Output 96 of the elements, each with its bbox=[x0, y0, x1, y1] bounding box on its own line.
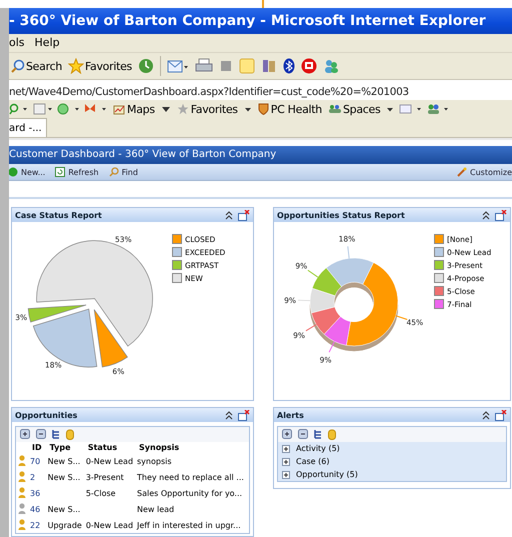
wand-icon bbox=[457, 167, 467, 177]
shield-icon bbox=[258, 103, 269, 116]
globe-icon[interactable] bbox=[57, 103, 81, 116]
alert-item[interactable]: Opportunity (5) bbox=[296, 470, 358, 479]
badge-icon[interactable] bbox=[301, 58, 317, 74]
leader-line bbox=[305, 324, 317, 332]
window-title: - 360° View of Barton Company - Microsoft Internet Explorer bbox=[9, 8, 512, 34]
close-icon[interactable] bbox=[495, 410, 507, 420]
type-cell: New S... bbox=[48, 472, 80, 482]
close-icon[interactable] bbox=[495, 210, 507, 220]
cylinder-icon[interactable] bbox=[66, 429, 74, 440]
legend-swatch bbox=[434, 234, 444, 244]
status-cell: 0-New Lead bbox=[86, 456, 134, 466]
pc-health-link[interactable]: PC Health bbox=[256, 102, 324, 116]
legend-swatch bbox=[172, 273, 182, 283]
status-cell: 0-New Lead bbox=[86, 520, 134, 530]
id-cell[interactable]: 22 bbox=[28, 517, 46, 533]
browser-tab[interactable]: ard -... bbox=[9, 118, 47, 137]
id-cell[interactable]: 46 bbox=[28, 501, 46, 517]
close-icon[interactable] bbox=[238, 210, 250, 220]
expand-icon[interactable] bbox=[282, 429, 292, 439]
bluetooth-icon[interactable] bbox=[283, 58, 295, 74]
close-icon[interactable] bbox=[238, 410, 250, 420]
type-cell: Upgrade bbox=[48, 520, 82, 530]
search-icon[interactable] bbox=[9, 103, 29, 116]
menu-item[interactable]: Help bbox=[34, 36, 60, 50]
legend-swatch bbox=[434, 273, 444, 283]
type-cell: New S... bbox=[48, 456, 80, 466]
legend-swatch bbox=[172, 247, 182, 257]
id-cell[interactable]: 70 bbox=[28, 453, 46, 469]
leader-line bbox=[347, 246, 350, 259]
panel-title: Alerts bbox=[277, 410, 305, 420]
collapse-icon[interactable] bbox=[225, 410, 233, 420]
star-icon bbox=[176, 103, 189, 116]
alert-item[interactable]: Case (6) bbox=[296, 457, 330, 466]
people-icon bbox=[328, 104, 341, 114]
legend-swatch bbox=[434, 247, 444, 257]
refresh-button[interactable]: Refresh bbox=[55, 167, 99, 177]
printer-icon[interactable] bbox=[195, 58, 213, 74]
collapse-all-icon[interactable] bbox=[298, 429, 308, 439]
expand-icon[interactable] bbox=[282, 458, 290, 466]
favorites-link[interactable]: Favorites bbox=[174, 102, 240, 116]
synopsis-cell-text: Sales Opportunity for yo... bbox=[136, 488, 244, 500]
legend-swatch bbox=[434, 286, 444, 296]
book-icon[interactable] bbox=[261, 58, 277, 74]
panel-title: Opportunities Status Report bbox=[277, 210, 406, 220]
collapse-icon[interactable] bbox=[482, 210, 490, 220]
alert-item[interactable]: Activity (5) bbox=[296, 444, 340, 453]
collapse-icon[interactable] bbox=[225, 210, 233, 220]
tree-icon[interactable] bbox=[52, 429, 60, 439]
menu-item[interactable]: ols bbox=[9, 36, 25, 50]
new-button[interactable]: New... bbox=[9, 167, 46, 177]
leader-line bbox=[328, 340, 335, 353]
synopsis-cell-text: synopsis bbox=[136, 456, 173, 468]
tree-icon[interactable] bbox=[314, 429, 322, 439]
expand-icon[interactable] bbox=[282, 444, 290, 452]
leader-line bbox=[307, 270, 318, 278]
column-header[interactable]: Type bbox=[46, 442, 84, 453]
id-cell[interactable]: 36 bbox=[28, 485, 46, 501]
customize-button[interactable]: Customize bbox=[457, 167, 512, 177]
favorites-button[interactable]: Favorites bbox=[68, 58, 132, 74]
mail-icon[interactable] bbox=[167, 58, 189, 74]
expand-icon[interactable] bbox=[20, 429, 30, 439]
synopsis-cell-text: New lead bbox=[136, 504, 176, 516]
status-cell: 3-Present bbox=[86, 472, 124, 482]
star-icon bbox=[68, 58, 84, 74]
spaces-link[interactable]: Spaces bbox=[326, 102, 382, 116]
collapse-all-icon[interactable] bbox=[36, 429, 46, 439]
refresh-icon bbox=[55, 167, 66, 177]
column-header[interactable]: Synopsis bbox=[135, 442, 246, 453]
cylinder-icon[interactable] bbox=[328, 429, 336, 440]
column-header[interactable]: ID bbox=[28, 442, 46, 453]
search-icon bbox=[11, 59, 25, 73]
status-cell: 5-Close bbox=[86, 488, 116, 498]
legend-swatch bbox=[434, 260, 444, 270]
expand-icon[interactable] bbox=[282, 470, 290, 478]
legend-swatch bbox=[172, 260, 182, 270]
synopsis-cell-text: Jeff in interested in upgr... bbox=[136, 520, 242, 532]
legend-swatch bbox=[434, 299, 444, 309]
search-icon bbox=[108, 167, 119, 177]
find-button[interactable]: Find bbox=[108, 167, 138, 177]
history-icon[interactable] bbox=[138, 58, 154, 74]
leader-line bbox=[395, 315, 408, 320]
synopsis-cell-text: They need to replace all ... bbox=[136, 472, 245, 484]
panel-title: Case Status Report bbox=[15, 210, 103, 220]
dashboard-title: Customer Dashboard - 360° View of Barton Company bbox=[9, 146, 512, 164]
chart-icon bbox=[113, 103, 125, 116]
legend-swatch bbox=[172, 234, 182, 244]
type-cell: New S... bbox=[48, 504, 80, 514]
column-header[interactable]: Status bbox=[84, 442, 136, 453]
search-button[interactable]: Search bbox=[11, 59, 62, 73]
panel-title: Opportunities bbox=[15, 410, 78, 420]
donut-slice bbox=[311, 306, 341, 335]
collapse-icon[interactable] bbox=[482, 410, 490, 420]
maps-link[interactable]: Maps bbox=[111, 102, 157, 116]
id-cell[interactable]: 2 bbox=[28, 469, 46, 485]
